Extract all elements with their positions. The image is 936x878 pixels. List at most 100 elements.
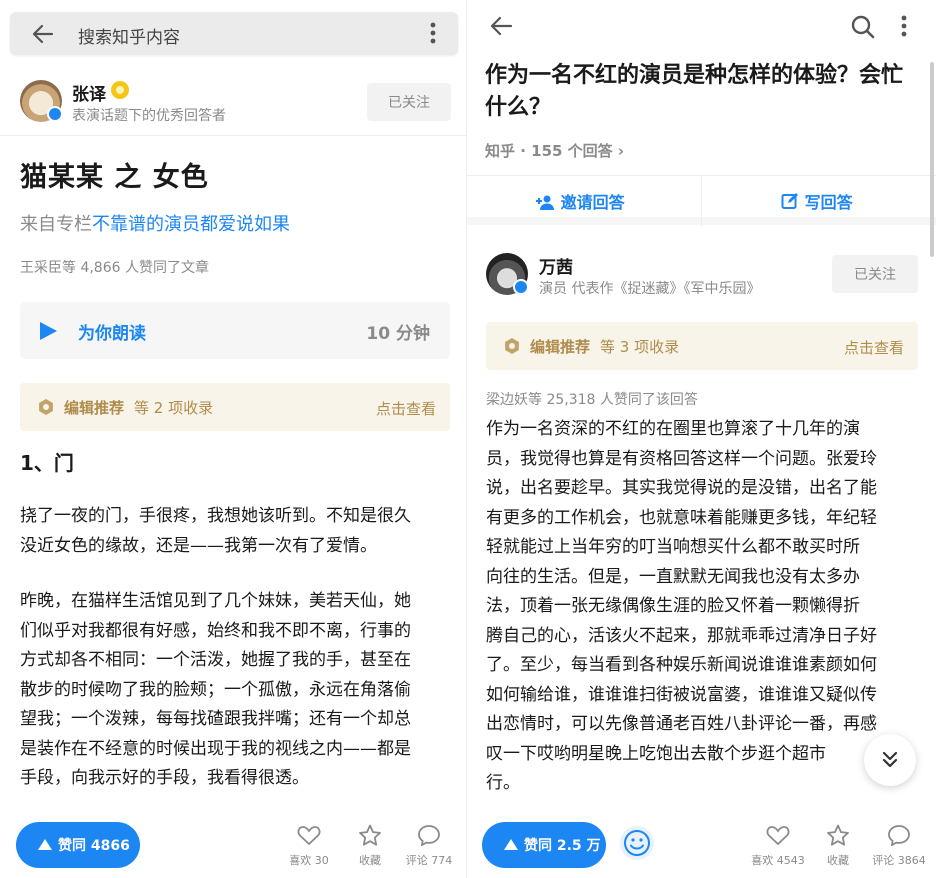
- follow-button[interactable]: 已关注: [832, 255, 918, 293]
- comment-bubble-icon: [418, 825, 440, 847]
- comment-bubble-icon: [888, 825, 910, 847]
- author-description: 表演话题下的优秀回答者: [72, 108, 226, 124]
- collect-button[interactable]: 收藏: [350, 824, 390, 868]
- double-chevron-down-icon: [882, 751, 898, 768]
- answer-line: 腾自己的心，活该火不起来，那就乖乖过清净日子好: [486, 625, 877, 646]
- answer-line: 行。: [486, 773, 520, 793]
- scrollbar[interactable]: [930, 62, 934, 257]
- left-article-panel: 搜索知乎内容 张译 表演话题下的优秀回答者 已关注 猫某某 之 女色 来自专栏不…: [0, 0, 467, 878]
- write-answer-button[interactable]: 写回答: [781, 189, 853, 213]
- read-aloud-label: 为你朗读: [78, 324, 146, 344]
- bottom-action-bar: 赞同 4866 喜欢 30 收藏 评论 774: [0, 816, 467, 878]
- read-aloud-duration: 10 分钟: [366, 324, 430, 344]
- recommend-link[interactable]: 点击查看: [376, 398, 436, 419]
- answer-line: 如何输给谁，谁谁谁扫街被说富婆，谁谁谁又疑似传: [486, 684, 877, 705]
- answer-line: 员，我觉得也算是有资格回答这样一个问题。张爱玲: [486, 448, 877, 469]
- answer-line: 作为一名资深的不红的在圈里也算滚了十几年的演: [486, 419, 860, 439]
- paragraph-line: 望我；一个泼辣，每每找碴跟我拌嘴；还有一个却总: [20, 709, 411, 729]
- vote-up-label: 赞同 2.5 万: [524, 838, 601, 854]
- star-icon: [827, 824, 849, 846]
- column-source: 来自专栏不靠谱的演员都爱说如果: [20, 210, 290, 236]
- recommend-count: 等 3 项收录: [600, 338, 680, 356]
- recommend-title: 编辑推荐: [64, 399, 125, 417]
- paragraph-line: 方式却各不相同：一个活泼，她握了我的手，甚至在: [20, 650, 411, 670]
- answer-body: 作为一名资深的不红的在圈里也算滚了十几年的演 员，我觉得也算是有资格回答这样一个…: [486, 415, 877, 799]
- verified-badge-icon: [513, 279, 529, 295]
- approve-count: 梁边妖等 25,318 人赞同了该回答: [486, 392, 698, 408]
- invite-answer-button[interactable]: 邀请回答: [535, 189, 625, 213]
- back-arrow-icon[interactable]: [489, 14, 513, 38]
- answer-line: 叹一下哎哟明星晚上吃饱出去散个步逛个超市: [486, 743, 826, 764]
- comment-button[interactable]: 评论 774: [400, 824, 458, 868]
- question-title[interactable]: 作为一名不红的演员是种怎样的体验？会忙什么？: [485, 60, 915, 124]
- answer-line: 有更多的工作机会，也就意味着能赚更多钱，年纪轻: [486, 507, 877, 528]
- paragraph-2: 昨晚，在猫样生活馆见到了几个妹妹，美若天仙，她 们似乎对我都很有好感，始终和我不…: [20, 587, 411, 794]
- heart-icon: [766, 826, 790, 846]
- scroll-down-button[interactable]: [864, 734, 916, 786]
- collect-label: 收藏: [359, 854, 381, 867]
- answer-line: 轻就能过上当年穷的叮当响想买什么都不敢买时所: [486, 537, 860, 557]
- question-meta[interactable]: 知乎 · 155 个回答 ›: [485, 140, 624, 161]
- crown-badge-icon: [111, 81, 129, 99]
- section-heading: 1、门: [20, 451, 74, 475]
- write-answer-label: 写回答: [804, 193, 853, 212]
- paragraph-line: 昨晚，在猫样生活馆见到了几个妹妹，美若天仙，她: [20, 591, 411, 611]
- read-aloud-bar[interactable]: 为你朗读 10 分钟: [20, 302, 450, 359]
- paragraph-1: 挠了一夜的门，手很疼，我想她该听到。不知是很久 没近女色的缘故，还是——我第一次…: [20, 502, 411, 561]
- like-label: 喜欢 4543: [751, 854, 805, 867]
- add-user-icon: [536, 195, 554, 210]
- vote-up-button[interactable]: 赞同 2.5 万: [482, 822, 606, 868]
- comment-label: 评论 3864: [872, 854, 926, 867]
- action-separator: [701, 176, 702, 226]
- answer-line: 法，顶着一张无缘偶像生涯的脸又怀着一颗懒得折: [486, 596, 860, 616]
- more-options-icon[interactable]: [901, 14, 907, 38]
- star-icon: [359, 824, 381, 846]
- emoji-reaction-button[interactable]: [620, 826, 654, 860]
- paragraph-line: 是装作在不经意的时候出现于我的视线之内——都是: [20, 738, 411, 759]
- paragraph-line: 手段，向我示好的手段，我看得很透。: [20, 768, 309, 788]
- header-divider: [0, 135, 467, 136]
- answer-line: 说，出名要趁早。其实我觉得说的是没错，出名了能: [486, 478, 877, 498]
- collect-label: 收藏: [827, 854, 849, 867]
- approve-count: 王采臣等 4,866 人赞同了文章: [20, 260, 209, 276]
- verified-badge-icon: [47, 106, 63, 122]
- answer-line: 向往的生活。但是，一直默默无闻我也没有太多办: [486, 566, 860, 587]
- author-name[interactable]: 万茜: [539, 253, 573, 278]
- like-button[interactable]: 喜欢 4543: [749, 824, 807, 868]
- comment-label: 评论 774: [405, 854, 453, 867]
- paragraph-line: 散步的时候吻了我的脸颊；一个孤傲，永远在角落偷: [20, 679, 411, 700]
- recommend-link[interactable]: 点击查看: [844, 337, 904, 358]
- more-options-icon[interactable]: [430, 22, 436, 44]
- right-answer-panel: 作为一名不红的演员是种怎样的体验？会忙什么？ 知乎 · 155 个回答 › 邀请…: [467, 0, 936, 878]
- editor-recommend-bar[interactable]: 编辑推荐 等 2 项收录 点击查看: [20, 383, 450, 431]
- paragraph-line: 们似乎对我都很有好感，始终和我不即不离，行事的: [20, 620, 411, 641]
- edit-icon: [781, 193, 798, 209]
- upvote-triangle-icon: [504, 839, 518, 850]
- search-icon[interactable]: [850, 14, 876, 40]
- editor-recommend-bar[interactable]: 编辑推荐 等 3 项收录 点击查看: [486, 322, 918, 370]
- paragraph-line: 没近女色的缘故，还是——我第一次有了爱情。: [20, 535, 377, 556]
- comment-button[interactable]: 评论 3864: [868, 824, 930, 868]
- from-prefix: 来自专栏: [20, 214, 92, 235]
- author-description: 演员 代表作《捉迷藏》《军中乐园》: [539, 281, 761, 297]
- recommend-count: 等 2 项收录: [134, 399, 214, 417]
- search-placeholder[interactable]: 搜索知乎内容: [78, 23, 180, 48]
- heart-icon: [297, 826, 321, 846]
- recommend-hex-icon: [39, 399, 53, 415]
- play-icon: [40, 322, 57, 340]
- vote-up-button[interactable]: 赞同 4866: [16, 822, 140, 868]
- recommend-title: 编辑推荐: [530, 338, 591, 356]
- paragraph-line: 挠了一夜的门，手很疼，我想她该听到。不知是很久: [20, 506, 411, 526]
- vote-up-label: 赞同 4866: [58, 838, 130, 854]
- back-arrow-icon[interactable]: [32, 23, 54, 45]
- search-bar[interactable]: 搜索知乎内容: [10, 12, 458, 55]
- follow-button[interactable]: 已关注: [367, 83, 451, 121]
- answer-line: 了。至少，每当看到各种娱乐新闻说谁谁谁素颜如何: [486, 655, 877, 675]
- bottom-action-bar: 赞同 2.5 万 喜欢 4543 收藏 评论 3864: [467, 816, 936, 878]
- author-name[interactable]: 张译: [72, 80, 106, 105]
- collect-button[interactable]: 收藏: [818, 824, 858, 868]
- smiley-icon: [624, 830, 650, 856]
- like-button[interactable]: 喜欢 30: [286, 824, 332, 868]
- column-link[interactable]: 不靠谱的演员都爱说如果: [92, 214, 290, 235]
- like-label: 喜欢 30: [289, 854, 329, 867]
